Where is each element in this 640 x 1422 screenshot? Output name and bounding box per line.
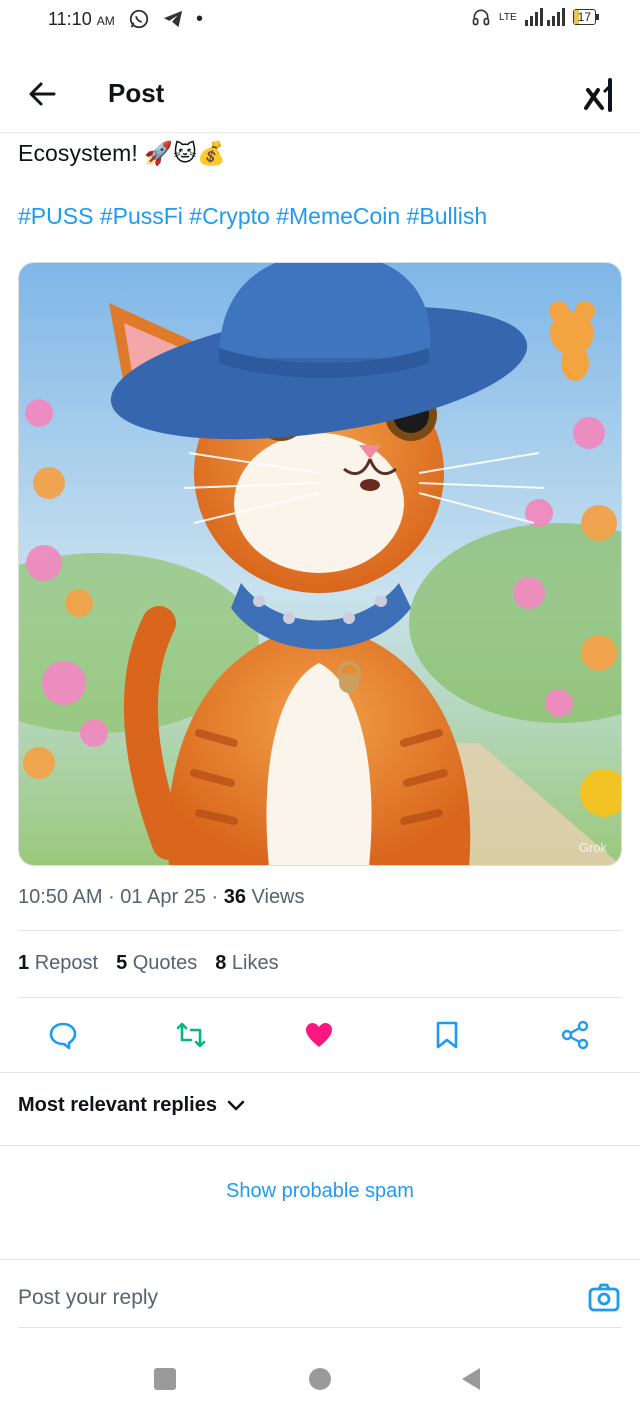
meta-separator: ·: [108, 886, 121, 908]
divider: [0, 1072, 640, 1073]
views-label: Views: [251, 886, 305, 908]
page-title: Post: [108, 78, 165, 108]
camera-icon[interactable]: [588, 1282, 620, 1314]
post-date: 01 Apr 25: [120, 886, 206, 908]
header: Post: [0, 60, 640, 130]
recents-icon[interactable]: [152, 1366, 178, 1392]
grok-icon[interactable]: [584, 78, 616, 112]
reply-input[interactable]: Post your reply: [18, 1286, 158, 1310]
status-bar: 11:10 AM • LTE 17: [0, 0, 640, 40]
post-image[interactable]: Grok: [18, 262, 622, 866]
share-icon: [561, 1020, 589, 1050]
battery-icon: 17: [572, 9, 600, 25]
notification-icons: •: [128, 8, 203, 30]
share-button[interactable]: [558, 1018, 592, 1052]
divider: [18, 997, 622, 998]
header-divider: [0, 132, 640, 133]
post-text: Ecosystem! 🚀🐱💰: [18, 140, 226, 166]
replies-sort-label: Most relevant replies: [18, 1094, 217, 1116]
reposts-label: Repost: [34, 952, 99, 974]
arrow-left-icon[interactable]: [26, 78, 58, 110]
repost-icon: [176, 1022, 206, 1048]
network-type: LTE: [499, 11, 517, 23]
clock-time: 11:10: [48, 9, 92, 29]
divider: [0, 1259, 640, 1260]
bookmark-button[interactable]: [430, 1018, 464, 1052]
cat-illustration: [19, 263, 621, 865]
post-hashtags[interactable]: #PUSS #PussFi #Crypto #MemeCoin #Bullish: [18, 203, 487, 230]
quotes-stat[interactable]: 5 Quotes: [116, 952, 197, 975]
divider: [18, 1327, 622, 1328]
status-time: 11:10 AM: [48, 9, 115, 30]
likes-label: Likes: [231, 952, 279, 974]
system-icons: LTE 17: [471, 7, 600, 27]
notification-dot-icon: •: [196, 8, 204, 30]
battery-level: 17: [577, 10, 591, 24]
comment-icon: [49, 1022, 77, 1050]
meta-separator: ·: [211, 886, 224, 908]
likes-stat[interactable]: 8 Likes: [215, 952, 278, 975]
grok-watermark: Grok: [578, 840, 607, 855]
action-bar: [0, 1012, 640, 1060]
post-time: 10:50 AM: [18, 886, 103, 908]
back-nav-icon[interactable]: [458, 1366, 484, 1392]
like-button[interactable]: [302, 1018, 336, 1052]
whatsapp-icon: [129, 9, 149, 29]
telegram-icon: [163, 10, 183, 28]
reply-button[interactable]: [46, 1018, 80, 1052]
signal-icon: [524, 8, 565, 26]
home-icon[interactable]: [307, 1366, 333, 1392]
reposts-stat[interactable]: 1 Repost: [18, 952, 98, 975]
clock-ampm: AM: [96, 14, 115, 28]
quotes-count: 5: [116, 952, 128, 974]
divider: [0, 1145, 640, 1146]
headphones-icon: [472, 9, 490, 26]
likes-count: 8: [215, 952, 227, 974]
bookmark-icon: [436, 1021, 458, 1049]
heart-icon: [306, 1023, 332, 1047]
repost-button[interactable]: [174, 1018, 208, 1052]
reposts-count: 1: [18, 952, 30, 974]
post-meta: 10:50 AM · 01 Apr 25 · 36 Views: [18, 886, 305, 909]
android-nav-bar: [0, 1356, 640, 1402]
views-count: 36: [223, 886, 246, 908]
divider: [18, 930, 622, 931]
quotes-label: Quotes: [132, 952, 198, 974]
replies-sort-dropdown[interactable]: Most relevant replies: [18, 1094, 245, 1117]
post-stats: 1 Repost 5 Quotes 8 Likes: [18, 952, 279, 975]
chevron-down-icon: [227, 1100, 245, 1110]
show-spam-link[interactable]: Show probable spam: [0, 1180, 640, 1203]
